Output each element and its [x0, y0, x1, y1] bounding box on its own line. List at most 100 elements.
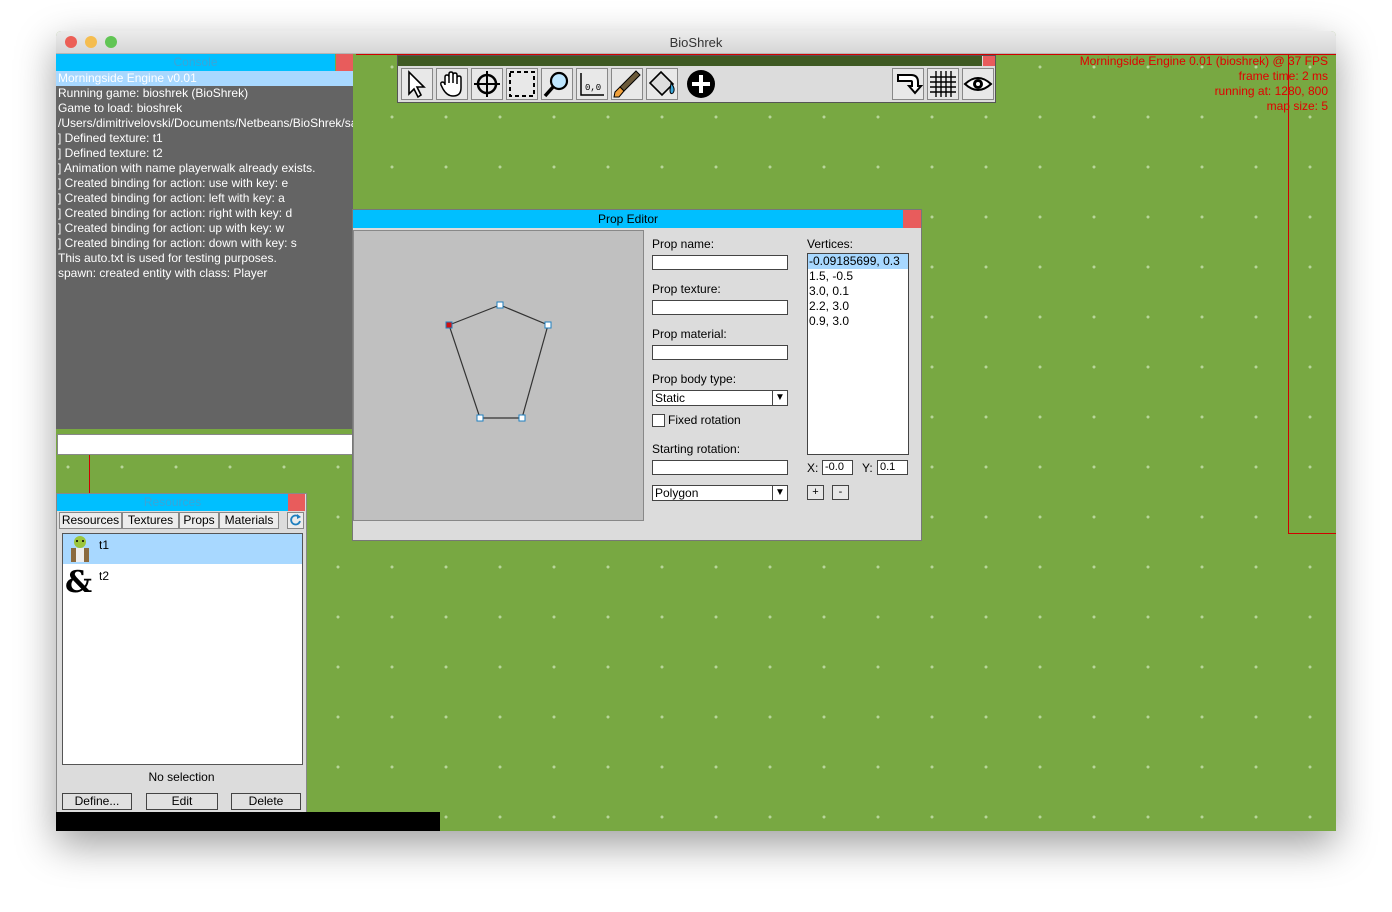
console-line: ] Created binding for action: left with …: [58, 191, 285, 205]
prop-editor-close-button[interactable]: [903, 210, 921, 228]
svg-text:&: &: [65, 566, 92, 596]
x-label: X:: [807, 461, 819, 475]
title-bar: BioShrek: [56, 31, 1336, 54]
refresh-icon: [290, 514, 301, 526]
fill-tool-icon: [648, 70, 675, 97]
refresh-button[interactable]: [287, 512, 304, 529]
list-item[interactable]: & t2: [63, 565, 302, 596]
tab-resources[interactable]: Resources: [59, 512, 122, 529]
fixed-rotation-checkbox[interactable]: [652, 414, 665, 427]
status-bar: [56, 812, 440, 831]
origin-tool-button[interactable]: 0,0: [576, 68, 608, 100]
texture-name: t1: [99, 538, 110, 552]
resources-header[interactable]: Resources: [57, 494, 288, 511]
vertex-x-input[interactable]: -0.0: [822, 460, 853, 475]
y-label: Y:: [862, 461, 873, 475]
list-item[interactable]: t1: [63, 534, 302, 564]
pointer-tool-icon: [408, 70, 426, 99]
body-type-label: Prop body type:: [652, 372, 737, 386]
toolbar-drag-strip[interactable]: [398, 56, 982, 66]
vertex-item[interactable]: 2.2, 3.0: [808, 299, 908, 314]
delete-button[interactable]: Delete: [231, 793, 301, 810]
body-type-value: Static: [655, 391, 686, 405]
grid-tool-button[interactable]: [927, 68, 959, 100]
fill-tool-button[interactable]: [646, 68, 678, 100]
engine-stats: Morningside Engine 0.01 (bioshrek) @ 37 …: [1080, 54, 1328, 114]
console-header[interactable]: Console: [56, 54, 335, 71]
map-size-label: map size: 5: [1266, 99, 1328, 113]
select-rect-tool-button[interactable]: [506, 68, 538, 100]
engine-fps-label: Morningside Engine 0.01 (bioshrek) @ 37 …: [1079, 54, 1328, 68]
eye-icon: [963, 77, 993, 91]
shape-type-select[interactable]: Polygon ▼: [652, 485, 788, 501]
add-tool-icon: [687, 70, 715, 98]
toolbar-close-button[interactable]: [983, 56, 995, 66]
tab-props[interactable]: Props: [179, 512, 219, 529]
shape-preview[interactable]: [353, 230, 644, 521]
vertex-handle[interactable]: [518, 414, 526, 422]
add-tool-button[interactable]: [685, 68, 717, 100]
resolution-label: running at: 1280, 800: [1214, 84, 1328, 98]
prop-material-label: Prop material:: [652, 327, 727, 341]
prop-texture-input[interactable]: [652, 300, 788, 315]
frame-time-label: frame time: 2 ms: [1238, 69, 1328, 83]
vertex-handle[interactable]: [476, 414, 484, 422]
pointer-tool-button[interactable]: [401, 68, 433, 100]
edit-button[interactable]: Edit: [146, 793, 218, 810]
console-line: This auto.txt is used for testing purpos…: [58, 251, 277, 265]
console-log: Morningside Engine v0.01 Running game: bi…: [56, 71, 353, 429]
vertex-handle[interactable]: [496, 301, 504, 309]
tab-materials[interactable]: Materials: [219, 512, 279, 529]
remove-vertex-button[interactable]: -: [832, 485, 849, 500]
zoom-tool-icon: [543, 71, 569, 98]
console-line: Morningside Engine v0.01: [56, 71, 353, 86]
redo-icon: [897, 74, 924, 95]
console-line: ] Created binding for action: right with…: [58, 206, 293, 220]
console-line: ] Defined texture: t2: [58, 146, 163, 160]
selection-status: No selection: [148, 770, 215, 784]
vertex-item[interactable]: 1.5, -0.5: [808, 269, 908, 284]
texture-list[interactable]: t1 & t2: [62, 533, 303, 765]
grid-icon: [930, 71, 956, 97]
console-input[interactable]: [57, 434, 353, 455]
crosshair-tool-button[interactable]: [471, 68, 503, 100]
vertex-y-input[interactable]: 0.1: [877, 460, 908, 475]
polygon-preview: [445, 301, 552, 422]
tab-textures[interactable]: Textures: [122, 512, 179, 529]
vertex-handle-selected[interactable]: [445, 321, 453, 329]
prop-name-label: Prop name:: [652, 237, 715, 251]
map-boundary: [1288, 54, 1336, 534]
redo-tool-button[interactable]: [892, 68, 924, 100]
body-type-select[interactable]: Static ▼: [652, 390, 788, 406]
starting-rotation-input[interactable]: [652, 460, 788, 475]
prop-texture-label: Prop texture:: [652, 282, 721, 296]
console-line: Game to load: bioshrek: [58, 101, 183, 115]
console-line: ] Defined texture: t1: [58, 131, 163, 145]
origin-tool-label: 0,0: [585, 83, 601, 93]
prop-material-input[interactable]: [652, 345, 788, 360]
origin-tool-icon: 0,0: [580, 73, 604, 96]
vertex-handle[interactable]: [544, 321, 552, 329]
chevron-down-icon: ▼: [772, 391, 787, 405]
vertex-item[interactable]: 3.0, 0.1: [808, 284, 908, 299]
resources-close-button[interactable]: [288, 494, 305, 511]
vertex-item[interactable]: 0.9, 3.0: [808, 314, 908, 329]
hand-tool-button[interactable]: [436, 68, 468, 100]
fixed-rotation-label: Fixed rotation: [668, 413, 741, 427]
prop-editor-dialog: Prop Editor Prop name: Prop texture: Pro…: [352, 209, 922, 541]
vertex-item[interactable]: -0.09185699, 0.3: [808, 254, 908, 269]
chevron-down-icon: ▼: [772, 486, 787, 500]
console-line: ] Animation with name playerwalk already…: [58, 161, 316, 175]
prop-name-input[interactable]: [652, 255, 788, 270]
brush-tool-button[interactable]: [611, 68, 643, 100]
window-title: BioShrek: [669, 35, 723, 50]
ampersand-texture-icon: &: [65, 566, 92, 596]
visibility-tool-button[interactable]: [962, 68, 994, 100]
prop-editor-header[interactable]: Prop Editor: [353, 210, 903, 228]
console-close-button[interactable]: [336, 54, 353, 71]
zoom-tool-button[interactable]: [541, 68, 573, 100]
define-button[interactable]: Define...: [62, 793, 132, 810]
vertices-list[interactable]: -0.09185699, 0.3 1.5, -0.5 3.0, 0.1 2.2, 3.…: [807, 253, 909, 455]
add-vertex-button[interactable]: +: [807, 485, 824, 500]
brush-tool-icon: [613, 70, 641, 98]
